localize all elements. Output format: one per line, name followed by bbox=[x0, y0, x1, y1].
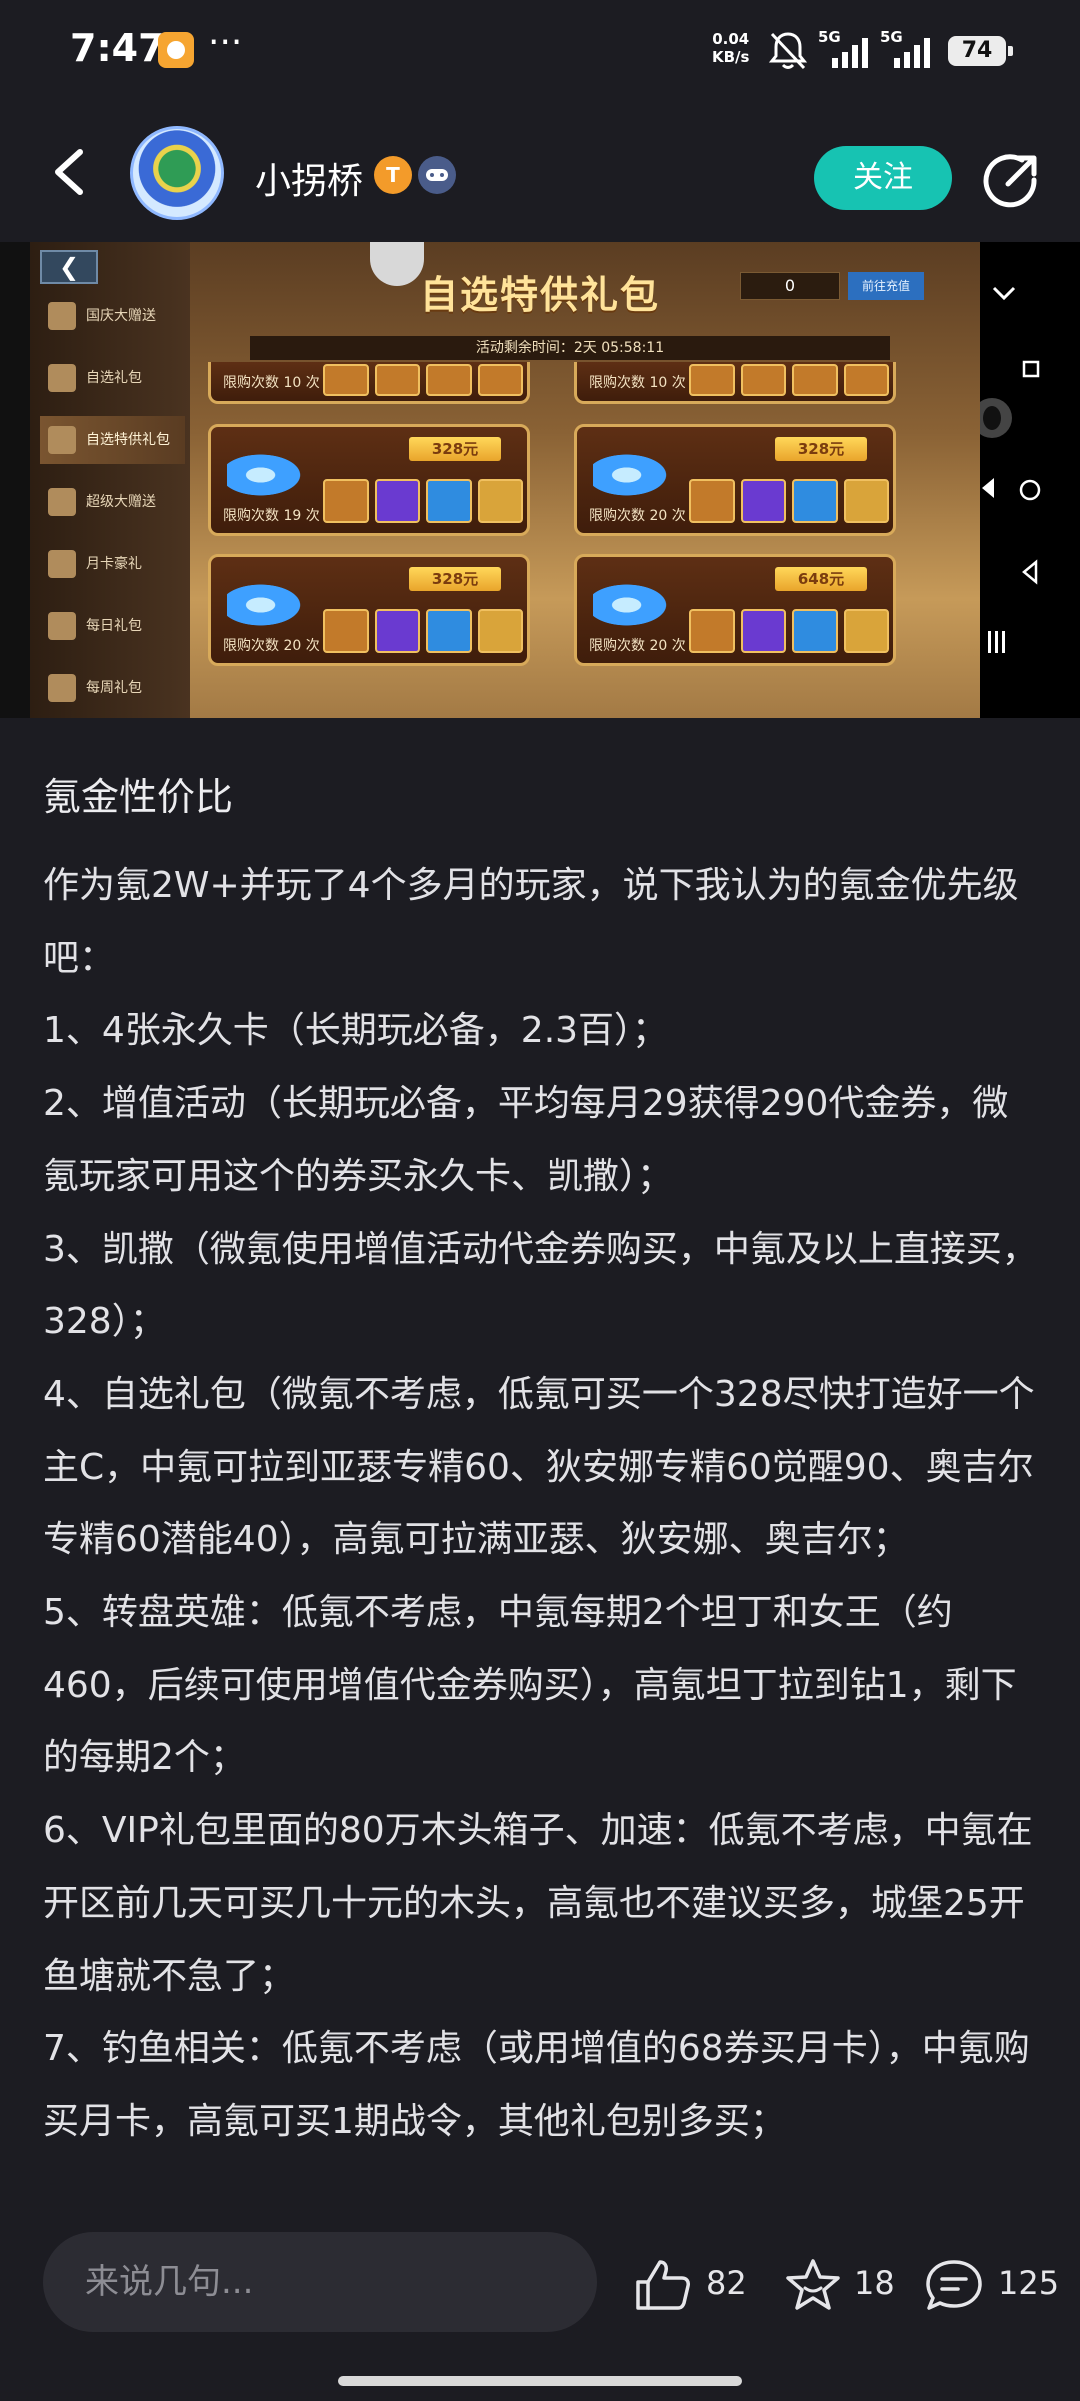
gift-card: 328元 限购次数 20 次 bbox=[574, 424, 896, 536]
live-indicator-icon bbox=[370, 242, 424, 286]
bottom-action-bar: 来说几句... 82 18 125 bbox=[0, 2200, 1080, 2401]
like-count: 82 bbox=[706, 2264, 747, 2302]
comment-input[interactable]: 来说几句... bbox=[43, 2232, 597, 2332]
author-name[interactable]: 小拐桥 bbox=[255, 152, 363, 204]
gift-card: 限购次数 10 次 bbox=[208, 362, 530, 404]
game-sidebar-item: 超级大赠送 bbox=[40, 478, 185, 526]
network-speed: 0.04 KB/s bbox=[712, 30, 749, 66]
post-content: 氪金性价比 作为氪2W+并玩了4个多月的玩家，说下我认为的氪金优先级吧： 1、4… bbox=[0, 718, 1080, 2200]
game-go-button: 前往充值 bbox=[848, 272, 924, 300]
gift-price: 648元 bbox=[775, 567, 867, 591]
game-timer: 活动剩余时间：2天 05:58:11 bbox=[250, 336, 890, 360]
signal-1-label: 5G bbox=[818, 28, 841, 46]
mute-icon bbox=[768, 32, 808, 70]
circle-nav-icon[interactable] bbox=[980, 462, 1080, 512]
square-nav-icon[interactable] bbox=[980, 342, 1080, 392]
star-icon bbox=[786, 2259, 840, 2310]
gift-card: 328元 限购次数 20 次 bbox=[208, 554, 530, 666]
gift-limit: 限购次数 20 次 bbox=[589, 508, 686, 524]
recent-apps-icon[interactable] bbox=[980, 617, 1080, 667]
chevron-down-icon[interactable] bbox=[980, 272, 1080, 322]
status-time: 7:47 bbox=[70, 26, 165, 70]
signal-1-icon: 5G bbox=[818, 28, 868, 68]
network-speed-unit: KB/s bbox=[712, 48, 750, 66]
notification-app-icon bbox=[158, 32, 194, 68]
post-paragraph: 6、VIP礼包里面的80万木头箱子、加速：低氪不考虑，中氪在开区前几天可买几十元… bbox=[43, 1810, 1033, 1997]
comment-count: 125 bbox=[998, 2264, 1060, 2302]
more-notifications-icon: ··· bbox=[208, 22, 243, 63]
game-sidebar-item: 月卡豪礼 bbox=[40, 540, 185, 588]
gift-price: 328元 bbox=[775, 437, 867, 461]
follow-button[interactable]: 关注 bbox=[814, 146, 952, 210]
gamepad-badge-icon bbox=[418, 156, 456, 194]
game-title: 自选特供礼包 bbox=[420, 273, 661, 317]
game-back-icon: ❮ bbox=[40, 250, 98, 284]
favorite-count: 18 bbox=[854, 2264, 895, 2302]
status-bar: 7:47 ··· 0.04 KB/s 5G 5G 74 bbox=[0, 0, 1080, 100]
gift-limit: 限购次数 19 次 bbox=[223, 508, 320, 524]
game-sidebar-item: 每日礼包 bbox=[40, 602, 185, 650]
game-sidebar-item: 国庆大赠送 bbox=[40, 292, 185, 340]
comment-button[interactable]: 125 bbox=[924, 2258, 1059, 2310]
signal-2-icon: 5G bbox=[880, 28, 930, 68]
battery-indicator: 74 bbox=[948, 36, 1013, 66]
gift-price: 328元 bbox=[409, 567, 501, 591]
network-speed-value: 0.04 bbox=[712, 30, 750, 48]
level-badge-icon: T bbox=[374, 156, 412, 194]
triangle-back-nav-icon[interactable] bbox=[980, 542, 1080, 592]
post-body: 作为氪2W+并玩了4个多月的玩家，说下我认为的氪金优先级吧： 1、4张永久卡（长… bbox=[43, 850, 1043, 2159]
gift-card: 328元 限购次数 19 次 bbox=[208, 424, 530, 536]
game-sidebar-item: 每周礼包 bbox=[40, 664, 185, 712]
post-header: 小拐桥 T 关注 bbox=[0, 100, 1080, 242]
post-paragraph: 1、4张永久卡（长期玩必备，2.3百）； bbox=[43, 1010, 669, 1052]
post-paragraph: 5、转盘英雄：低氪不考虑，中氪每期2个坦丁和女王（约460，后续可使用增值代金券… bbox=[43, 1592, 1017, 1779]
post-title: 氪金性价比 bbox=[43, 775, 234, 819]
game-sidebar-item: 自选礼包 bbox=[40, 354, 185, 402]
gift-limit: 限购次数 20 次 bbox=[223, 638, 320, 654]
gift-card: 648元 限购次数 20 次 bbox=[574, 554, 896, 666]
game-counter: 0 bbox=[740, 272, 840, 300]
post-paragraph: 作为氪2W+并玩了4个多月的玩家，说下我认为的氪金优先级吧： bbox=[43, 865, 1019, 979]
like-button[interactable]: 82 bbox=[634, 2258, 754, 2310]
post-paragraph: 7、钓鱼相关：低氪不考虑（或用增值的68券买月卡），中氪购买月卡，高氪可买1期战… bbox=[43, 2028, 1030, 2142]
gift-limit: 限购次数 10 次 bbox=[223, 375, 320, 391]
share-icon[interactable] bbox=[982, 152, 1040, 210]
post-paragraph: 2、增值活动（长期玩必备，平均每月29获得290代金券，微氪玩家可用这个的券买永… bbox=[43, 1083, 1009, 1197]
gift-card: 限购次数 10 次 bbox=[574, 362, 896, 404]
thumbs-up-icon bbox=[636, 2260, 690, 2310]
comment-bubble-icon bbox=[926, 2260, 982, 2310]
post-paragraph: 3、凯撒（微氪使用增值活动代金券购买，中氪及以上直接买，328）； bbox=[43, 1228, 1038, 1343]
qq-avatar-icon[interactable] bbox=[980, 392, 1080, 442]
author-avatar[interactable] bbox=[130, 126, 224, 220]
game-screenshot: ❮ 国庆大赠送 自选礼包 自选特供礼包 超级大赠送 月卡豪礼 每日礼包 每周礼包… bbox=[30, 242, 980, 718]
media-side-panel bbox=[980, 242, 1080, 718]
gift-limit: 限购次数 20 次 bbox=[589, 638, 686, 654]
game-sidebar-item: 自选特供礼包 bbox=[40, 416, 185, 464]
post-paragraph: 4、自选礼包（微氪不考虑，低氪可买一个328尽快打造好一个主C，中氪可拉到亚瑟专… bbox=[43, 1373, 1035, 1561]
back-icon[interactable] bbox=[46, 144, 96, 200]
home-indicator[interactable] bbox=[338, 2376, 742, 2386]
favorite-button[interactable]: 18 bbox=[784, 2258, 895, 2310]
game-sidebar: ❮ 国庆大赠送 自选礼包 自选特供礼包 超级大赠送 月卡豪礼 每日礼包 每周礼包 bbox=[30, 242, 190, 718]
post-media[interactable]: ❮ 国庆大赠送 自选礼包 自选特供礼包 超级大赠送 月卡豪礼 每日礼包 每周礼包… bbox=[0, 242, 1080, 718]
signal-2-label: 5G bbox=[880, 28, 903, 46]
gift-price: 328元 bbox=[409, 437, 501, 461]
gift-limit: 限购次数 10 次 bbox=[589, 375, 686, 391]
